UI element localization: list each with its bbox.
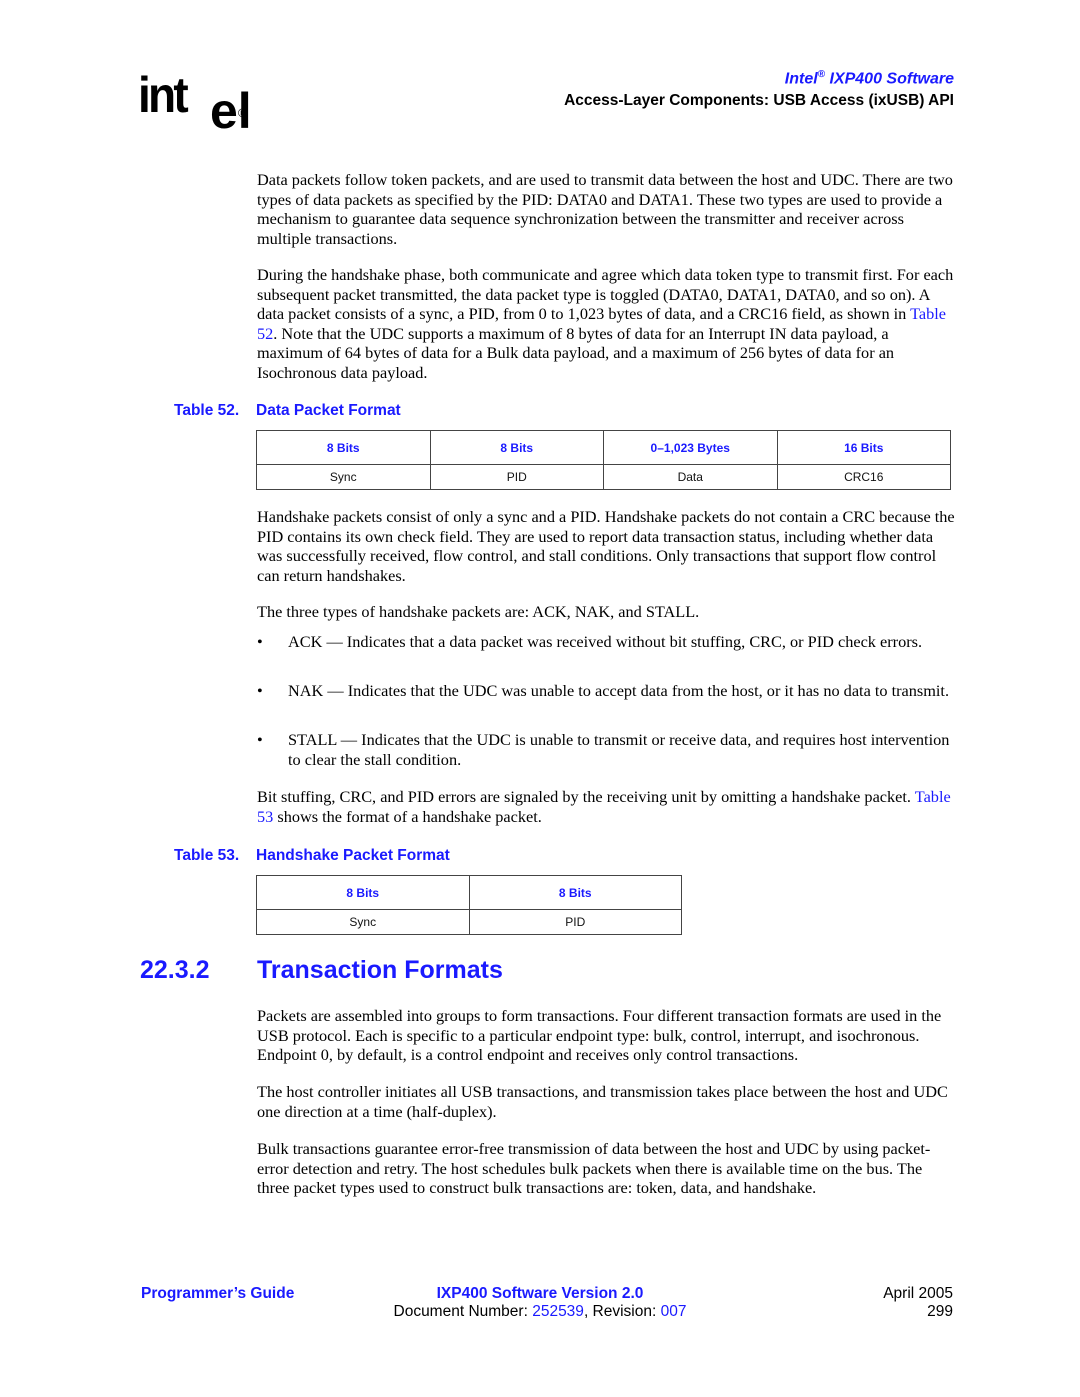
docnum-value[interactable]: 252539	[532, 1303, 584, 1320]
footer-date: April 2005	[883, 1285, 953, 1302]
paragraph-text: . Note that the UDC supports a maximum o…	[257, 323, 895, 382]
header-section-title: Access-Layer Components: USB Access (ixU…	[564, 92, 954, 109]
table-cell: PID	[429, 464, 604, 490]
table-53: 8 Bits 8 Bits Sync PID	[256, 875, 682, 935]
footer-docnum: Document Number: 252539, Revision: 007	[350, 1303, 730, 1321]
header-product: Intel® IXP400 Software	[785, 69, 954, 88]
table-53-number: Table 53.	[174, 847, 240, 864]
table-cell: Data	[603, 464, 778, 490]
table-53-caption: Table 53. Handshake Packet Format	[174, 847, 450, 865]
table-header-row: 8 Bits 8 Bits 0–1,023 Bytes 16 Bits	[256, 430, 951, 465]
bullet-text: NAK — Indicates that the UDC was unable …	[288, 681, 950, 700]
table-header-cell: 8 Bits	[468, 875, 682, 910]
section-title: Transaction Formats	[257, 956, 503, 984]
table-header-row: 8 Bits 8 Bits	[256, 875, 682, 910]
table-cell: Sync	[256, 909, 470, 935]
table-header-cell: 8 Bits	[256, 875, 470, 910]
table-52: 8 Bits 8 Bits 0–1,023 Bytes 16 Bits Sync…	[256, 430, 951, 490]
bullet-ack: • ACK — Indicates that a data packet was…	[257, 632, 957, 672]
table-cell: PID	[468, 909, 682, 935]
bullet-text: STALL — Indicates that the UDC is unable…	[288, 730, 950, 769]
table-53-title: Handshake Packet Format	[256, 847, 450, 864]
docnum-label: Document Number:	[393, 1303, 533, 1320]
bullet-icon: •	[257, 681, 263, 700]
paragraph-handshake-types: The three types of handshake packets are…	[257, 602, 700, 621]
revision-label: , Revision:	[583, 1303, 661, 1320]
table-52-title: Data Packet Format	[256, 402, 401, 419]
table-header-cell: 16 Bits	[776, 430, 951, 465]
table-cell: CRC16	[776, 464, 951, 490]
product-suffix: IXP400 Software	[825, 70, 954, 88]
footer-guide-title: Programmer’s Guide	[141, 1285, 295, 1302]
table-52-caption: Table 52. Data Packet Format	[174, 402, 401, 420]
table-52-number: Table 52.	[174, 402, 240, 419]
table-header-cell: 8 Bits	[256, 430, 431, 465]
paragraph-host-controller: The host controller initiates all USB tr…	[257, 1082, 948, 1121]
paragraph-text: shows the format of a handshake packet.	[273, 806, 542, 826]
bullet-stall: • STALL — Indicates that the UDC is unab…	[257, 730, 957, 770]
paragraph-bit-stuffing: Bit stuffing, CRC, and PID errors are si…	[257, 787, 957, 826]
bullet-text: ACK — Indicates that a data packet was r…	[288, 632, 923, 651]
intel-logo: int el ®	[138, 66, 258, 138]
table-header-cell: 8 Bits	[429, 430, 604, 465]
table-header-cell: 0–1,023 Bytes	[603, 430, 778, 465]
paragraph-transactions: Packets are assembled into groups to for…	[257, 1006, 942, 1064]
paragraph-text: Bit stuffing, CRC, and PID errors are si…	[257, 787, 915, 806]
section-heading: 22.3.2 Transaction Formats	[140, 956, 503, 985]
logo-registered-mark: ®	[238, 106, 247, 120]
footer-center: IXP400 Software Version 2.0 Document Num…	[350, 1285, 730, 1321]
product-prefix: Intel	[784, 70, 818, 88]
section-number: 22.3.2	[140, 956, 210, 984]
table-cell: Sync	[256, 464, 431, 490]
table-row: Sync PID	[256, 909, 682, 935]
footer-version: IXP400 Software Version 2.0	[436, 1285, 644, 1302]
bullet-icon: •	[257, 730, 263, 749]
revision-value[interactable]: 007	[661, 1303, 687, 1320]
logo-text: int	[138, 67, 189, 123]
footer-right: April 2005 299	[883, 1285, 953, 1321]
product-reg-mark: ®	[817, 69, 826, 80]
paragraph-data-packets: Data packets follow token packets, and a…	[257, 170, 953, 248]
bullet-nak: • NAK — Indicates that the UDC was unabl…	[257, 681, 957, 721]
paragraph-handshake-phase: During the handshake phase, both communi…	[257, 265, 957, 382]
paragraph-handshake-packets: Handshake packets consist of only a sync…	[257, 507, 955, 585]
paragraph-bulk-transactions: Bulk transactions guarantee error-free t…	[257, 1139, 931, 1197]
paragraph-text: During the handshake phase, both communi…	[257, 265, 954, 323]
table-row: Sync PID Data CRC16	[256, 464, 951, 490]
bullet-icon: •	[257, 632, 263, 651]
footer-page-number: 299	[927, 1303, 953, 1320]
